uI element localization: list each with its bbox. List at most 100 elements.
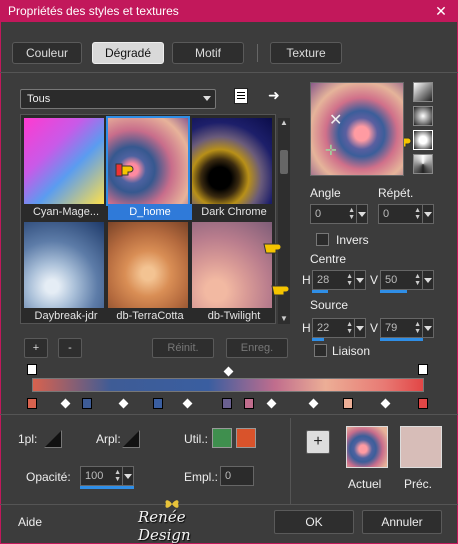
gradient-thumb-daybreak[interactable]: Daybreak-jdr [24,222,104,322]
reset-button[interactable]: Réinit. [152,338,214,358]
repeat-input[interactable]: 0 ▲ ▼ [378,204,434,224]
thumb-label: Dark Chrome [201,206,267,218]
invert-checkbox[interactable] [316,233,329,246]
source-v-input[interactable]: 79 ▲ ▼ [380,318,434,338]
angle-input[interactable]: 0 ▲ ▼ [310,204,368,224]
empl-value: 0 [225,470,232,482]
util-label: Util.: [184,432,208,446]
spin-arrows-icon[interactable]: ▲ ▼ [414,207,421,221]
spin-arrows-icon[interactable]: ▲ ▼ [348,207,355,221]
gradient-thumb-dark-chrome[interactable]: Dark Chrome [192,118,272,218]
gradient-style-linear-button[interactable] [413,82,433,102]
cancel-button[interactable]: Annuler [362,510,442,534]
center-v-slider[interactable] [380,290,407,293]
thumb-label: D_home [108,204,192,220]
gradient-thumb-terracotta[interactable]: db-TerraCotta [108,222,188,322]
util-color-2[interactable] [236,428,256,448]
pointing-hand-icon [271,285,290,296]
thumb-label: db-Twilight [207,310,261,322]
save-button[interactable]: Enreg. [226,338,288,358]
spin-arrows-icon[interactable]: ▲ ▼ [414,321,421,335]
chevron-down-icon[interactable] [356,205,366,223]
gradient-preview[interactable]: ✕ ✛ [310,82,404,176]
center-v-input[interactable]: 50 ▲ ▼ [380,270,434,290]
tab-degrade[interactable]: Dégradé [92,42,164,64]
title-bar: Propriétés des styles et textures [0,0,458,22]
color-stop[interactable] [153,398,163,409]
thumb-image [192,222,272,308]
source-h-slider[interactable] [312,338,324,341]
pointing-hand-icon [115,163,134,177]
thumb-label: db-TerraCotta [116,310,184,322]
color-stop[interactable] [244,398,254,409]
chevron-down-icon [203,96,211,101]
chevron-down-icon[interactable] [422,271,432,289]
current-swatch[interactable] [346,426,388,468]
chevron-down-icon[interactable] [422,205,432,223]
gradient-style-radial-button[interactable] [413,130,433,150]
link-label: Liaison [332,344,371,358]
previous-swatch[interactable] [400,426,442,468]
gradient-bar[interactable] [32,378,424,392]
invert-label: Invers [336,233,369,247]
chevron-down-icon[interactable] [122,467,132,485]
color-stop[interactable] [343,398,353,409]
source-marker-icon[interactable]: ✛ [325,143,339,157]
current-label: Actuel [348,477,382,491]
repeat-value: 0 [383,208,390,220]
source-v-slider[interactable] [380,338,423,341]
center-h-input[interactable]: 28 ▲ ▼ [312,270,366,290]
opacity-label: Opacité: [26,470,71,484]
chevron-down-icon[interactable] [422,319,432,337]
category-dropdown[interactable]: Tous [20,89,216,109]
remove-gradient-button[interactable]: - [58,338,82,358]
close-icon[interactable]: ✕ [424,0,458,22]
source-h-input[interactable]: 22 ▲ ▼ [312,318,366,338]
add-swatch-button[interactable]: + [306,430,330,454]
spin-arrows-icon[interactable]: ▲ ▼ [414,273,421,287]
section-separator [0,414,458,415]
color-stop[interactable] [222,398,232,409]
angle-label: Angle [310,186,341,200]
pointing-hand-icon [263,243,282,254]
source-h-label: H [302,321,311,335]
spin-arrows-icon[interactable]: ▲ ▼ [114,469,121,483]
util-color-1[interactable] [212,428,232,448]
center-h-slider[interactable] [312,290,328,293]
help-link[interactable]: Aide [18,515,42,529]
opacity-value: 100 [85,470,104,482]
opacity-slider[interactable] [80,486,134,489]
color-stop[interactable] [82,398,92,409]
gradient-style-rect-button[interactable] [413,106,433,126]
scrollbar-thumb[interactable] [280,150,288,174]
gradient-thumb-twilight[interactable]: db-Twilight [192,222,272,322]
color-stop[interactable] [27,398,37,409]
transparency-stop-end[interactable] [418,364,428,375]
category-value: Tous [27,93,51,105]
chevron-down-icon[interactable] [354,319,364,337]
color-stop[interactable] [418,398,428,409]
tab-separator [0,72,458,73]
tab-couleur[interactable]: Couleur [12,42,82,64]
add-gradient-button[interactable]: + [24,338,48,358]
spin-arrows-icon[interactable]: ▲ ▼ [346,321,353,335]
gradient-style-sunburst-button[interactable] [413,154,433,174]
empl-input[interactable]: 0 [220,466,254,486]
spin-arrows-icon[interactable]: ▲ ▼ [346,273,353,287]
gradient-thumb-cyan-magenta[interactable]: Cyan-Mage... [24,118,104,218]
ok-button[interactable]: OK [274,510,354,534]
center-v-label: V [370,273,379,287]
brand-watermark: Renée Design [138,508,191,544]
scroll-down-icon[interactable]: ▼ [279,314,289,324]
chevron-down-icon[interactable] [354,271,364,289]
notes-icon[interactable] [234,88,248,104]
thumb-label: Cyan-Mage... [32,206,100,218]
center-marker-icon[interactable]: ✕ [329,113,345,129]
opacity-input[interactable]: 100 ▲ ▼ [80,466,134,486]
scroll-up-icon[interactable]: ▲ [279,118,289,128]
link-checkbox[interactable] [314,344,327,357]
arrow-right-icon[interactable]: ➜ [268,88,284,102]
transparency-stop-start[interactable] [27,364,37,375]
tab-motif[interactable]: Motif [172,42,244,64]
tab-texture[interactable]: Texture [270,42,342,64]
